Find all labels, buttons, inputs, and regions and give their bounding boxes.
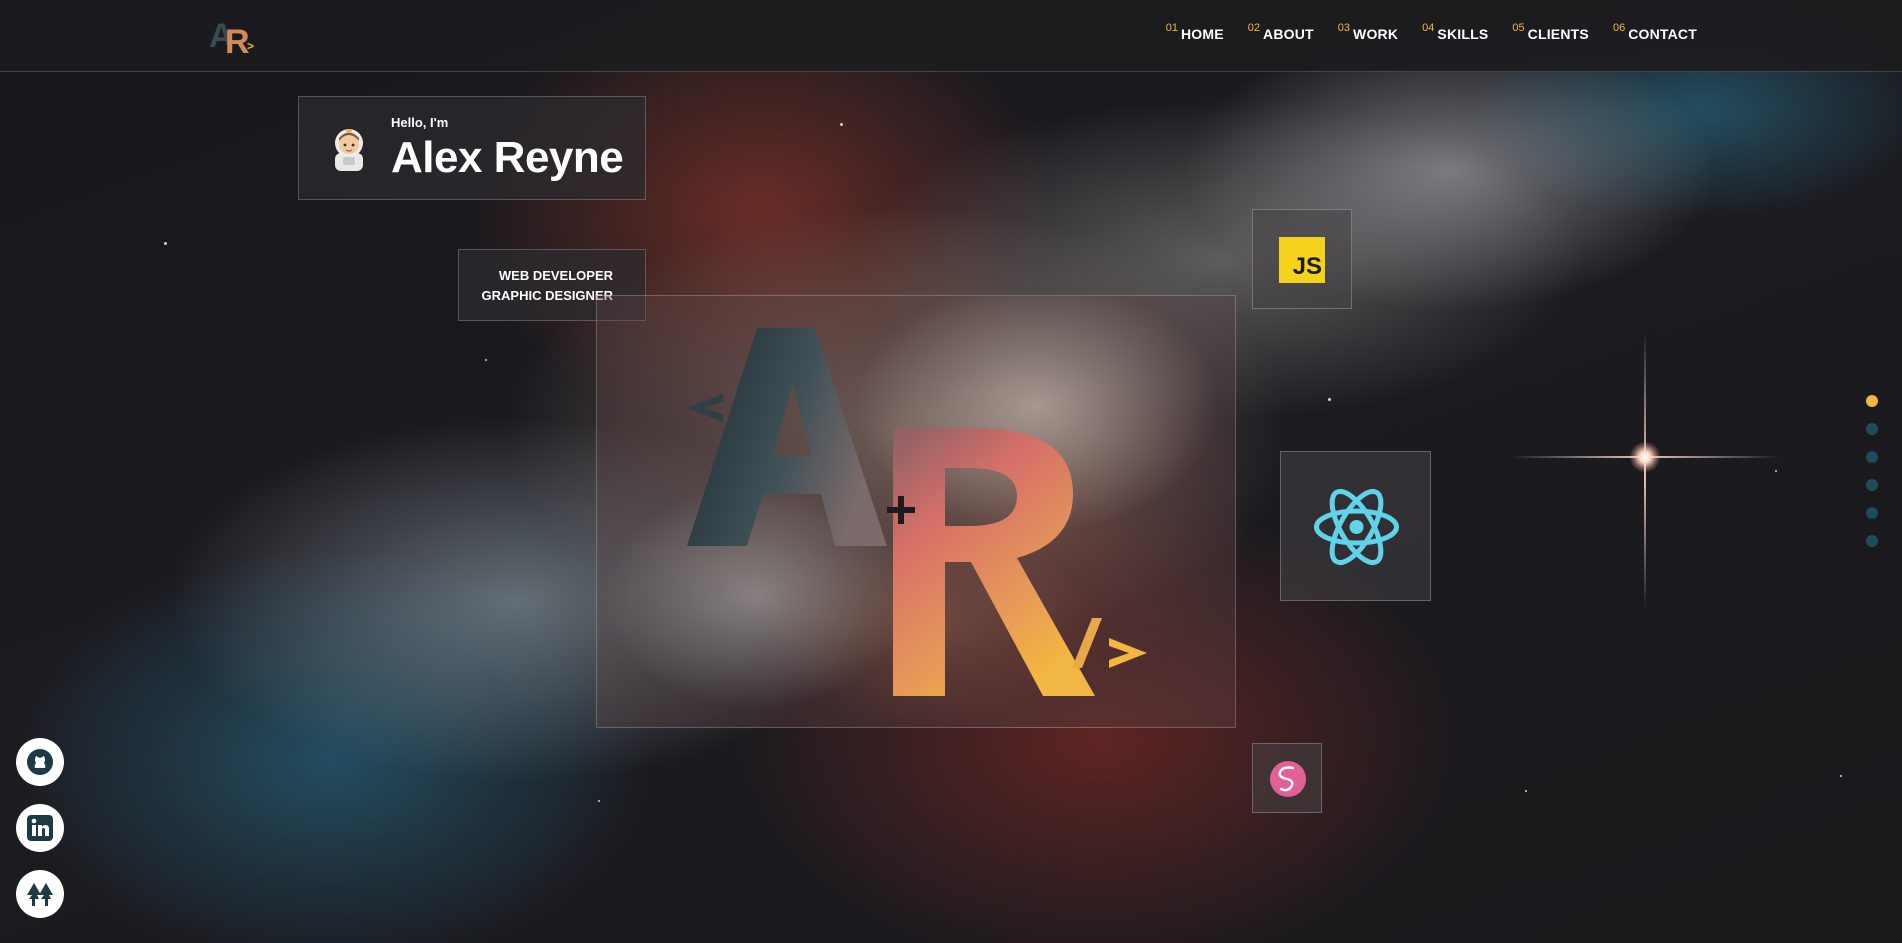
- section-dot-6[interactable]: [1866, 535, 1878, 547]
- nav-label: HOME: [1180, 26, 1224, 42]
- code-bracket-open: [687, 394, 723, 422]
- bright-star: [1630, 442, 1660, 472]
- nav-label: CONTACT: [1628, 26, 1697, 42]
- nav-label: WORK: [1353, 26, 1399, 42]
- skill-tile-sass[interactable]: [1252, 743, 1322, 813]
- linkedin-icon: [27, 815, 53, 841]
- role-text: WEB DEVELOPER: [498, 268, 613, 283]
- intro-card: Hello, I'm Alex Reyne: [298, 96, 646, 200]
- nav-number: 06: [1612, 22, 1626, 34]
- nav-label: ABOUT: [1263, 26, 1314, 42]
- linktree-button[interactable]: [16, 870, 64, 918]
- star: [164, 242, 167, 245]
- nav-number: 05: [1512, 22, 1525, 34]
- star: [1775, 470, 1777, 472]
- section-dot-2[interactable]: [1866, 423, 1878, 435]
- javascript-icon: JS: [1279, 237, 1325, 283]
- nav-number: 01: [1165, 22, 1178, 34]
- code-slash: [1072, 618, 1102, 668]
- star: [485, 359, 487, 361]
- star: [1328, 398, 1331, 401]
- astronaut-icon: [335, 129, 363, 171]
- greeting-text: Hello, I'm: [391, 115, 449, 130]
- nav-number: 03: [1337, 22, 1351, 34]
- main-nav: 01 HOME 02 ABOUT 03 WORK 04 SKILLS 05 CL…: [1166, 22, 1697, 48]
- sass-icon: [1270, 761, 1306, 797]
- star: [598, 800, 600, 802]
- star: [1525, 790, 1527, 792]
- nav-item-about[interactable]: 02 ABOUT: [1248, 22, 1314, 48]
- site-logo[interactable]: A R >: [209, 14, 261, 61]
- person-name: Alex Reyne: [391, 133, 624, 182]
- role-text: GRAPHIC DESIGNER: [481, 288, 613, 303]
- skill-tile-javascript[interactable]: JS: [1252, 209, 1352, 309]
- code-bracket-close: [1109, 638, 1147, 668]
- nav-number: 04: [1422, 22, 1435, 34]
- github-button[interactable]: [16, 738, 64, 786]
- section-dot-4[interactable]: [1866, 479, 1878, 491]
- hero-logo-card: [596, 295, 1236, 728]
- section-indicator: [1866, 395, 1878, 547]
- logo-letter-r: [893, 428, 1095, 696]
- javascript-icon-text: JS: [1292, 253, 1322, 280]
- logo-letter-a: [687, 328, 887, 546]
- linktree-icon: [27, 883, 53, 906]
- react-icon: [1314, 488, 1399, 566]
- logo-code-mark: >: [247, 39, 255, 53]
- nav-item-skills[interactable]: 04 SKILLS: [1422, 22, 1488, 48]
- section-dot-3[interactable]: [1866, 451, 1878, 463]
- nav-item-contact[interactable]: 06 CONTACT: [1613, 22, 1697, 48]
- star: [1840, 775, 1842, 777]
- nav-number: 02: [1247, 22, 1261, 34]
- nav-item-clients[interactable]: 05 CLIENTS: [1512, 22, 1589, 48]
- nav-label: CLIENTS: [1527, 26, 1589, 42]
- logo-letter-r: R: [225, 23, 250, 61]
- github-icon: [27, 749, 53, 775]
- star: [840, 123, 843, 126]
- nav-label: SKILLS: [1437, 26, 1489, 42]
- ar-monogram-logo: [687, 328, 1147, 696]
- nav-item-work[interactable]: 03 WORK: [1338, 22, 1398, 48]
- section-dot-1[interactable]: [1866, 395, 1878, 407]
- skill-tile-react[interactable]: [1280, 451, 1431, 601]
- top-navbar: A R > 01 HOME 02 ABOUT 03 WORK 04 SKILLS…: [0, 0, 1902, 72]
- section-dot-5[interactable]: [1866, 507, 1878, 519]
- nav-item-home[interactable]: 01 HOME: [1166, 22, 1224, 48]
- linkedin-button[interactable]: [16, 804, 64, 852]
